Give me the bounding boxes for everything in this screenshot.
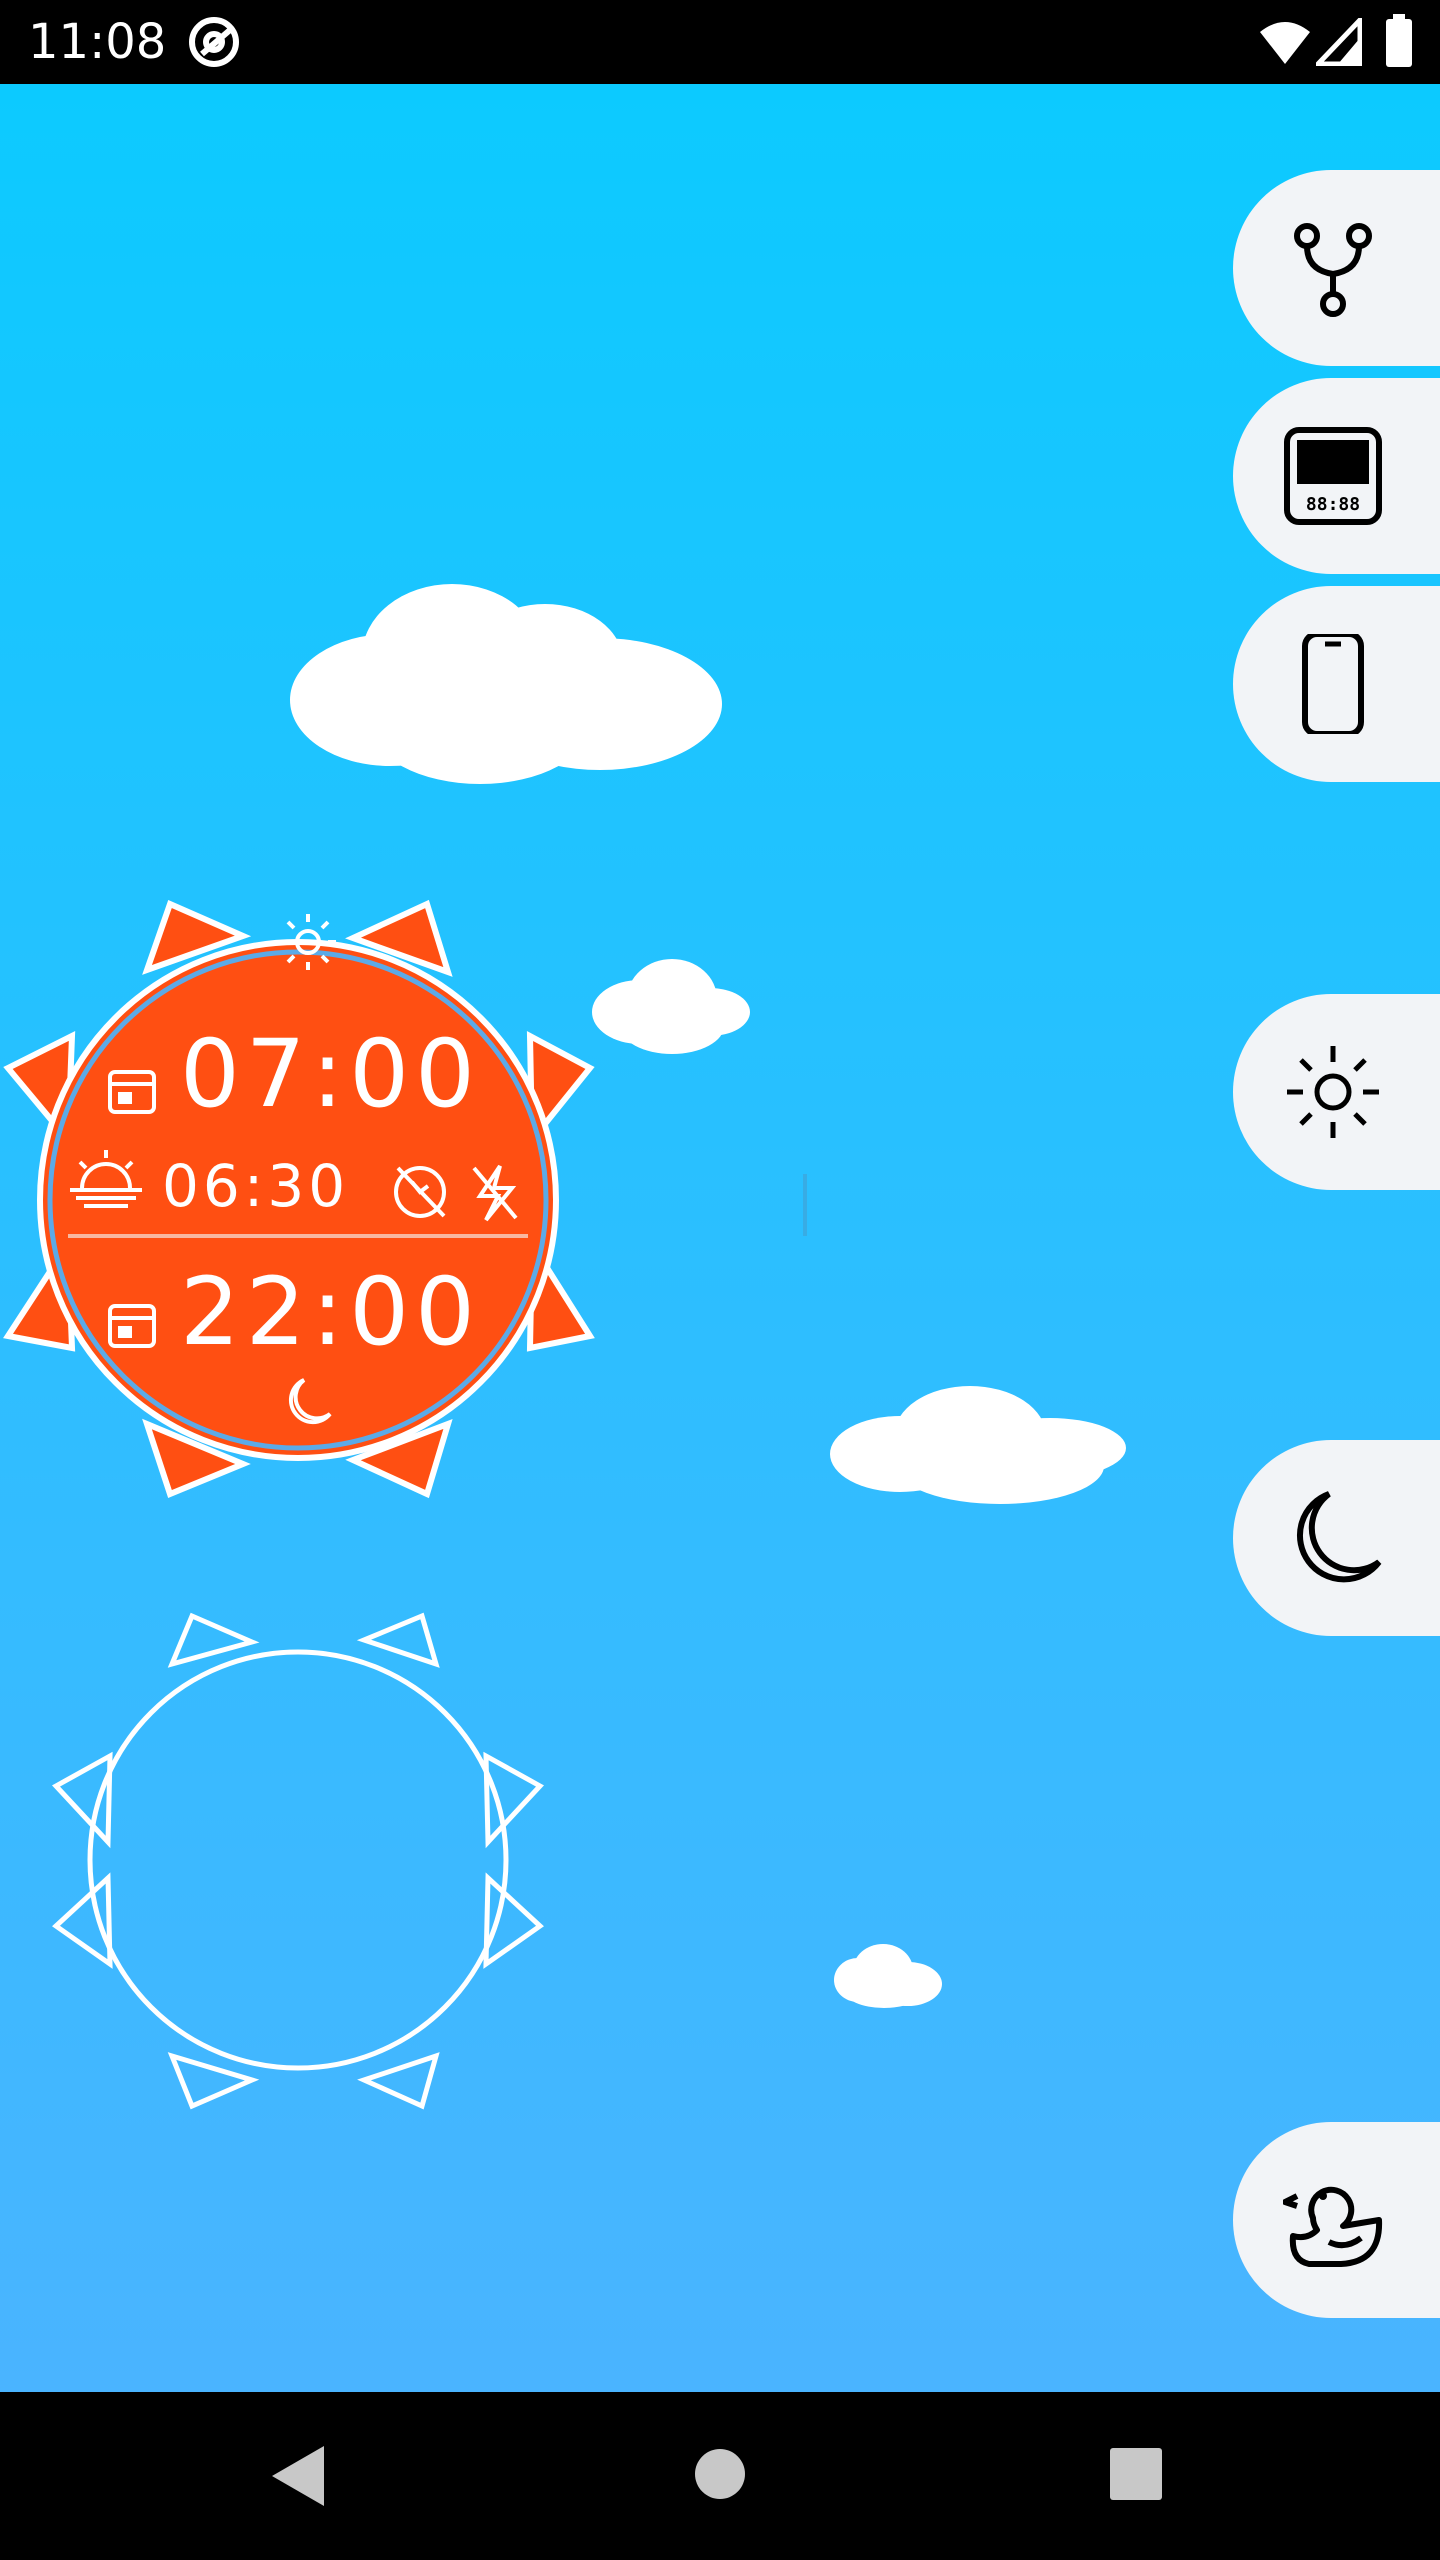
wake-time[interactable]: 07:00	[180, 1020, 481, 1129]
sun-outline[interactable]	[40, 1606, 560, 2116]
sun-clock[interactable]: 07:00 06:30 22:00	[0, 804, 600, 1504]
recents-icon[interactable]	[1110, 2448, 1162, 2500]
cloud	[592, 959, 750, 1054]
phone-icon	[1302, 634, 1364, 734]
sunrise-time[interactable]: 06:30	[162, 1152, 349, 1220]
cloud	[290, 584, 722, 784]
home-icon[interactable]	[694, 2448, 746, 2500]
led-clock-button[interactable]: 88:88	[1233, 378, 1440, 574]
fork-button[interactable]	[1233, 170, 1440, 366]
led-clock-icon: 88:88	[1284, 427, 1382, 525]
sun-icon	[1287, 1046, 1379, 1138]
nav-bar	[0, 2392, 1440, 2560]
back-icon[interactable]	[270, 2444, 326, 2508]
phone-button[interactable]	[1233, 586, 1440, 782]
svg-text:88:88: 88:88	[1306, 494, 1360, 515]
signal-icon	[1316, 18, 1362, 66]
status-time: 11:08	[28, 14, 167, 70]
divider-mark	[803, 1174, 807, 1236]
duck-icon	[1283, 2186, 1383, 2267]
cloud	[834, 1944, 942, 2008]
day-mode-button[interactable]	[1233, 994, 1440, 1190]
wifi-icon	[1260, 22, 1310, 64]
at-sign-icon	[189, 17, 239, 67]
fork-icon	[1294, 223, 1372, 317]
status-bar: 11:08	[0, 0, 1440, 84]
night-mode-button[interactable]	[1233, 1440, 1440, 1636]
sleep-time[interactable]: 22:00	[180, 1258, 481, 1367]
moon-icon	[1296, 1491, 1382, 1583]
duck-button[interactable]	[1233, 2122, 1440, 2318]
battery-icon	[1386, 14, 1412, 67]
sky-background: 07:00 06:30 22:00 88:88	[0, 84, 1440, 2392]
cloud	[830, 1386, 1126, 1504]
